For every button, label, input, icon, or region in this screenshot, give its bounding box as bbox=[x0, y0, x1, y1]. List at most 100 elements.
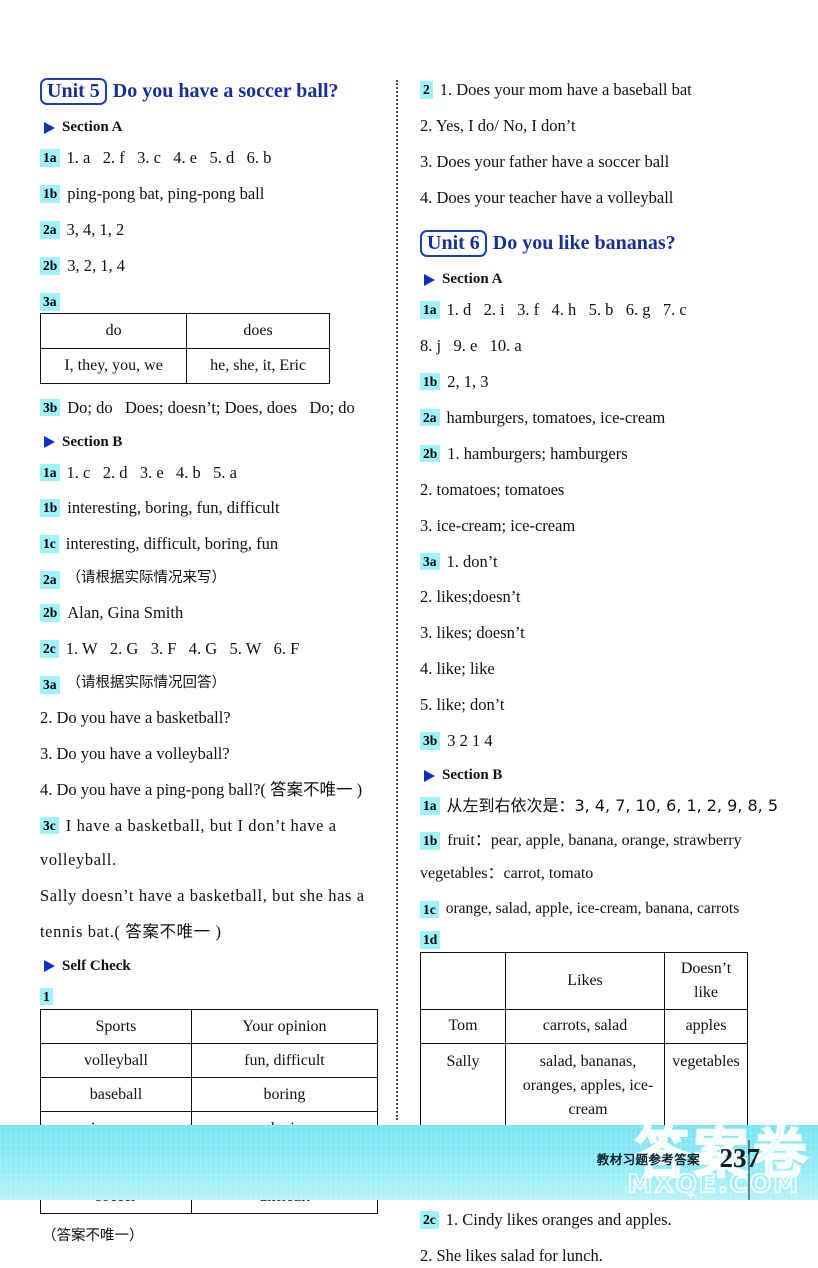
answer-tag: 3c bbox=[40, 816, 59, 835]
answer-line: 1b fruit：pear, apple, banana, orange, st… bbox=[420, 829, 796, 852]
table-cell: do bbox=[39, 312, 188, 349]
answer-line: 3c I have a basketball, but I don’t have… bbox=[40, 814, 380, 838]
answer-text: Do; do Does; doesn’t; Does, does Do; do bbox=[67, 397, 355, 417]
answer-text: interesting, difficult, boring, fun bbox=[65, 534, 279, 554]
right-column: 2 1. Does your mom have a baseball bat 2… bbox=[398, 0, 818, 1265]
answer-continuation: vegetables：carrot, tomato bbox=[420, 865, 594, 883]
answer-continuation: volleyball. bbox=[40, 849, 117, 869]
answer-line: 2c 1. W 2. G 3. F 4. G 5. W 6. F bbox=[40, 637, 380, 661]
answer-continuation: 4. Does your teacher have a volleyball bbox=[420, 187, 674, 207]
section-a-header-left: Section A bbox=[44, 119, 380, 136]
table-cell: does bbox=[186, 312, 330, 349]
answer-tag: 1c bbox=[40, 535, 59, 553]
unit6-badge: Unit 6 bbox=[420, 229, 487, 258]
answer-continuation: tennis bat.( 答案不唯一 ) bbox=[40, 921, 222, 941]
answer-tag: 1a bbox=[420, 301, 440, 319]
answer-text: hamburgers, tomatoes, ice-cream bbox=[446, 407, 666, 427]
answer-line: 1c interesting, difficult, boring, fun bbox=[40, 532, 380, 556]
two-column-body: Unit 5 Do you have a soccer ball? Sectio… bbox=[0, 0, 818, 1265]
answer-text: 3, 2, 1, 4 bbox=[67, 256, 126, 276]
answer-tag: 2b bbox=[40, 604, 61, 622]
answer-continuation: 4. like; like bbox=[420, 659, 495, 679]
answer-tag: 2c bbox=[40, 640, 59, 658]
triangle-bullet-icon bbox=[424, 273, 435, 286]
table-cell: baseball bbox=[40, 1077, 192, 1113]
answer-tag: 2b bbox=[40, 257, 61, 275]
answer-tag: 1a bbox=[40, 463, 60, 482]
answer-text: 3 2 1 4 bbox=[447, 731, 493, 751]
answer-text: 1. Does your mom have a baseball bat bbox=[439, 80, 692, 99]
answer-tag: 3a bbox=[420, 552, 440, 571]
answer-tag: 2c bbox=[420, 1211, 439, 1229]
answer-line: 1d bbox=[420, 928, 796, 949]
table-header-cell: Likes bbox=[505, 951, 665, 1010]
answer-tag: 2 bbox=[420, 81, 433, 99]
table-cell: boring bbox=[190, 1077, 379, 1113]
answer-text: Alan, Gina Smith bbox=[67, 603, 184, 623]
answer-line: 1a 1. c 2. d 3. e 4. b 5. a bbox=[40, 461, 380, 485]
answer-text: interesting, boring, fun, difficult bbox=[67, 498, 280, 518]
answer-continuation: 4. Do you have a ping-pong ball?( 答案不唯一 … bbox=[40, 780, 363, 799]
triangle-bullet-icon bbox=[44, 960, 55, 973]
answer-text: I have a basketball, but I don’t have a bbox=[65, 815, 337, 835]
answer-tag: 3b bbox=[420, 732, 441, 750]
page-number: 237 bbox=[719, 1143, 761, 1173]
section-b-label-right: Section B bbox=[442, 767, 503, 784]
answer-tag: 1a bbox=[40, 149, 60, 167]
answer-text: （请根据实际情况回答） bbox=[66, 675, 227, 692]
triangle-bullet-icon bbox=[44, 436, 55, 449]
answer-key-page: Unit 5 Do you have a soccer ball? Sectio… bbox=[0, 0, 818, 1265]
answer-text: 1. W 2. G 3. F 4. G 5. W 6. F bbox=[65, 639, 300, 659]
answer-tag: 2a bbox=[420, 408, 440, 427]
answer-text: 1. d 2. i 3. f 4. h 5. b 6. g 7. c bbox=[446, 300, 687, 320]
unit6-title: Unit 6 Do you like bananas? bbox=[420, 229, 796, 258]
answer-line: 1b ping-pong bat, ping-pong ball bbox=[40, 182, 380, 206]
triangle-bullet-icon bbox=[424, 769, 435, 782]
unit5-badge: Unit 5 bbox=[40, 78, 107, 106]
answer-tag: 1b bbox=[40, 499, 61, 517]
do-does-table: do does I, they, you, we he, she, it, Er… bbox=[39, 312, 330, 384]
answer-text: 2, 1, 3 bbox=[447, 371, 489, 391]
table-cell: carrots, salad bbox=[505, 1008, 665, 1044]
answer-text: 1. hamburgers; hamburgers bbox=[447, 443, 628, 463]
table-cell: he, she, it, Eric bbox=[186, 347, 330, 384]
unit5-title-text: Do you have a soccer ball? bbox=[112, 80, 339, 103]
table-header-cell: Your opinion bbox=[190, 1009, 379, 1045]
answer-text: fruit：pear, apple, banana, orange, straw… bbox=[447, 832, 742, 850]
answer-line: 2 1. Does your mom have a baseball bat bbox=[420, 78, 796, 102]
answer-text: ping-pong bat, ping-pong ball bbox=[67, 184, 265, 204]
answer-text: 1. c 2. d 3. e 4. b 5. a bbox=[66, 462, 237, 482]
unit5-title: Unit 5 Do you have a soccer ball? bbox=[40, 78, 380, 106]
answer-line: 3a bbox=[40, 290, 380, 311]
page-footer: 答案卷 MXQE.COM 教材习题参考答案 237 bbox=[0, 1125, 818, 1200]
answer-continuation: 3. likes; doesn’t bbox=[420, 623, 525, 643]
table-row: volleyball fun, difficult bbox=[40, 1043, 379, 1079]
answer-tag: 3a bbox=[40, 676, 60, 694]
answer-line: 2a 3, 4, 1, 2 bbox=[40, 218, 380, 242]
table-cell: fun, difficult bbox=[190, 1043, 379, 1079]
answer-text: 1. a 2. f 3. c 4. e 5. d 6. b bbox=[66, 148, 272, 168]
answer-tag: 2a bbox=[40, 221, 60, 239]
answer-tag: 2a bbox=[40, 571, 60, 589]
self-check-note: （答案不唯一） bbox=[42, 1228, 144, 1245]
answer-continuation: Sally doesn’t have a basketball, but she… bbox=[40, 885, 365, 905]
self-check-label: Self Check bbox=[62, 957, 131, 974]
answer-text: 3, 4, 1, 2 bbox=[66, 220, 125, 240]
answer-continuation: 2. tomatoes; tomatoes bbox=[420, 479, 565, 499]
left-column: Unit 5 Do you have a soccer ball? Sectio… bbox=[0, 0, 398, 1244]
table-header-cell: Sports bbox=[40, 1009, 192, 1045]
answer-continuation: 2. likes;doesn’t bbox=[420, 587, 521, 607]
table-cell: salad, bananas, oranges, apples, ice-cre… bbox=[505, 1042, 665, 1127]
answer-continuation: 8. j 9. e 10. a bbox=[420, 336, 522, 355]
answer-line: 3a 1. don’t bbox=[420, 550, 796, 574]
table-header-cell: Doesn’t like bbox=[664, 951, 748, 1010]
table-cell: I, they, you, we bbox=[39, 347, 188, 384]
answer-line: 2c 1. Cindy likes oranges and apples. bbox=[420, 1208, 796, 1232]
answer-continuation: 2. Yes, I do/ No, I don’t bbox=[420, 115, 576, 135]
column-divider bbox=[396, 80, 398, 1120]
answer-line: 1b interesting, boring, fun, difficult bbox=[40, 496, 380, 520]
likes-dislikes-table: Likes Doesn’t like Tom carrots, salad ap… bbox=[420, 951, 748, 1127]
section-b-header-left: Section B bbox=[44, 434, 380, 451]
answer-tag: 1b bbox=[420, 372, 441, 391]
answer-line: 2b 3, 2, 1, 4 bbox=[40, 254, 380, 278]
